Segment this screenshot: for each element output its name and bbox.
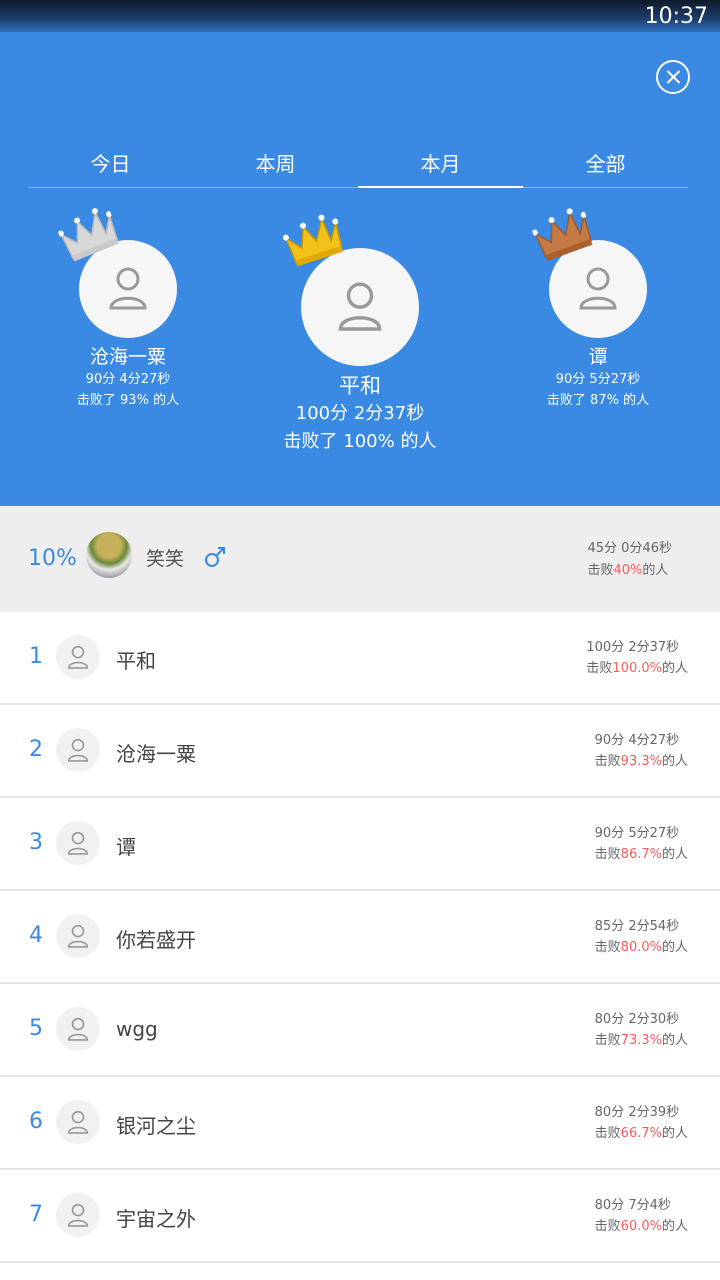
row-beat: 击败73.3%的人 <box>594 1033 688 1048</box>
my-score: 45分 0分46秒 <box>587 541 673 556</box>
row-name: 银河之尘 <box>116 1114 196 1138</box>
tab-today[interactable]: 今日 <box>28 140 193 187</box>
status-time: 10:37 <box>644 4 708 29</box>
row-rank: 5 <box>29 1016 43 1041</box>
row-beat: 击败100.0%的人 <box>586 661 688 676</box>
row-beat: 击败86.7%的人 <box>594 847 688 862</box>
row-score: 80分 2分39秒 <box>594 1105 680 1120</box>
row-name: 宇宙之外 <box>116 1207 196 1231</box>
ranking-list: 1 平和 100分 2分37秒 击败100.0%的人 2 沧海一粟 90分 4分27秒 击败9… <box>0 612 720 1263</box>
row-stats: 80分 7分4秒击败60.0%的人 <box>595 1195 688 1237</box>
podium-name: 谭 <box>588 346 608 368</box>
row-name: 沧海一粟 <box>116 742 196 766</box>
row-rank: 3 <box>29 830 43 855</box>
my-name: 笑笑 <box>146 548 185 570</box>
podium-beat: 击败了 100% 的人 <box>283 431 437 452</box>
male-icon <box>205 547 225 567</box>
row-name: 你若盛开 <box>116 928 196 952</box>
podium-first[interactable]: 平和 100分 2分37秒 击败了 100% 的人 <box>262 214 458 456</box>
person-icon <box>67 1017 89 1041</box>
row-rank: 2 <box>29 737 43 762</box>
list-item[interactable]: 1 平和 100分 2分37秒 击败100.0%的人 <box>0 612 720 705</box>
row-stats: 100分 2分37秒 击败100.0%的人 <box>586 637 688 679</box>
row-beat: 击败80.0%的人 <box>594 940 688 955</box>
list-item[interactable]: 6 银河之尘 80分 2分39秒 击败66.7%的人 <box>0 1077 720 1170</box>
podium-beat: 击败了 93% 的人 <box>76 393 180 408</box>
person-icon <box>67 645 89 669</box>
podium-score: 100分 2分37秒 <box>295 403 425 424</box>
avatar <box>56 1193 100 1237</box>
period-tabs: 今日 本周 本月 全部 <box>28 140 688 188</box>
person-icon <box>67 738 89 762</box>
row-beat: 击败66.7%的人 <box>594 1126 688 1141</box>
row-name: 谭 <box>116 835 136 859</box>
podium-name: 平和 <box>339 374 381 398</box>
list-item[interactable]: 7 宇宙之外 80分 7分4秒击败60.0%的人 <box>0 1170 720 1263</box>
row-stats: 90分 5分27秒 击败86.7%的人 <box>595 823 688 865</box>
row-rank: 7 <box>29 1202 43 1227</box>
list-item[interactable]: 3 谭 90分 5分27秒 击败86.7%的人 <box>0 798 720 891</box>
row-score: 80分 2分30秒 <box>594 1012 680 1027</box>
avatar <box>56 635 100 679</box>
list-item[interactable]: 4 你若盛开 85分 2分54秒 击败80.0%的人 <box>0 891 720 984</box>
person-icon <box>67 1110 89 1134</box>
row-stats: 90分 4分27秒 击败93.3%的人 <box>595 730 688 772</box>
avatar <box>56 1007 100 1051</box>
avatar <box>56 914 100 958</box>
list-item[interactable]: 2 沧海一粟 90分 4分27秒 击败93.3%的人 <box>0 705 720 798</box>
row-name: 平和 <box>116 649 156 673</box>
my-avatar <box>86 532 132 578</box>
person-icon <box>109 267 147 310</box>
podium-score: 90分 5分27秒 <box>555 372 641 387</box>
podium-name: 沧海一粟 <box>89 346 166 368</box>
row-rank: 4 <box>29 923 43 948</box>
row-stats: 80分 2分30秒 击败73.3%的人 <box>595 1009 688 1051</box>
person-icon <box>67 1203 89 1227</box>
podium-beat: 击败了 87% 的人 <box>546 393 650 408</box>
row-rank: 6 <box>29 1109 43 1134</box>
avatar <box>56 821 100 865</box>
avatar <box>56 1100 100 1144</box>
podium-score: 90分 4分27秒 <box>85 372 171 387</box>
row-beat: 击败60.0%的人 <box>594 1219 688 1234</box>
person-icon <box>579 267 617 310</box>
tab-week[interactable]: 本周 <box>193 140 358 187</box>
my-stats: 45分 0分46秒 击败40%的人 <box>588 538 673 582</box>
avatar <box>56 728 100 772</box>
row-score: 85分 2分54秒 <box>594 919 680 934</box>
person-icon <box>67 831 89 855</box>
row-name: wgg <box>116 1017 158 1041</box>
podium-second[interactable]: 沧海一粟 90分 4分27秒 击败了 93% 的人 <box>38 208 218 411</box>
list-item[interactable]: 5 wgg 80分 2分30秒 击败73.3%的人 <box>0 984 720 1077</box>
row-beat: 击败93.3%的人 <box>594 754 688 769</box>
status-bar: 10:37 <box>0 0 720 32</box>
row-score: 90分 4分27秒 <box>594 733 680 748</box>
tab-month[interactable]: 本月 <box>358 140 523 188</box>
my-rank: 10% <box>28 546 77 571</box>
podium-third[interactable]: 谭 90分 5分27秒 击败了 87% 的人 <box>508 208 688 411</box>
row-rank: 1 <box>29 644 43 669</box>
person-icon <box>338 282 382 331</box>
my-beat: 击败40%的人 <box>587 563 669 578</box>
leaderboard-header: 今日 本周 本月 全部 沧海一粟 90分 4分27秒 击败了 93% 的人 平和… <box>0 32 720 506</box>
row-stats: 85分 2分54秒 击败80.0%的人 <box>595 916 688 958</box>
row-score: 100分 2分37秒 <box>586 640 680 655</box>
close-button[interactable] <box>656 60 690 94</box>
row-score: 90分 5分27秒 <box>594 826 680 841</box>
row-stats: 80分 2分39秒 击败66.7%的人 <box>595 1102 688 1144</box>
person-icon <box>67 924 89 948</box>
tab-all[interactable]: 全部 <box>523 140 688 187</box>
row-score: 80分 7分4秒 <box>594 1198 671 1213</box>
